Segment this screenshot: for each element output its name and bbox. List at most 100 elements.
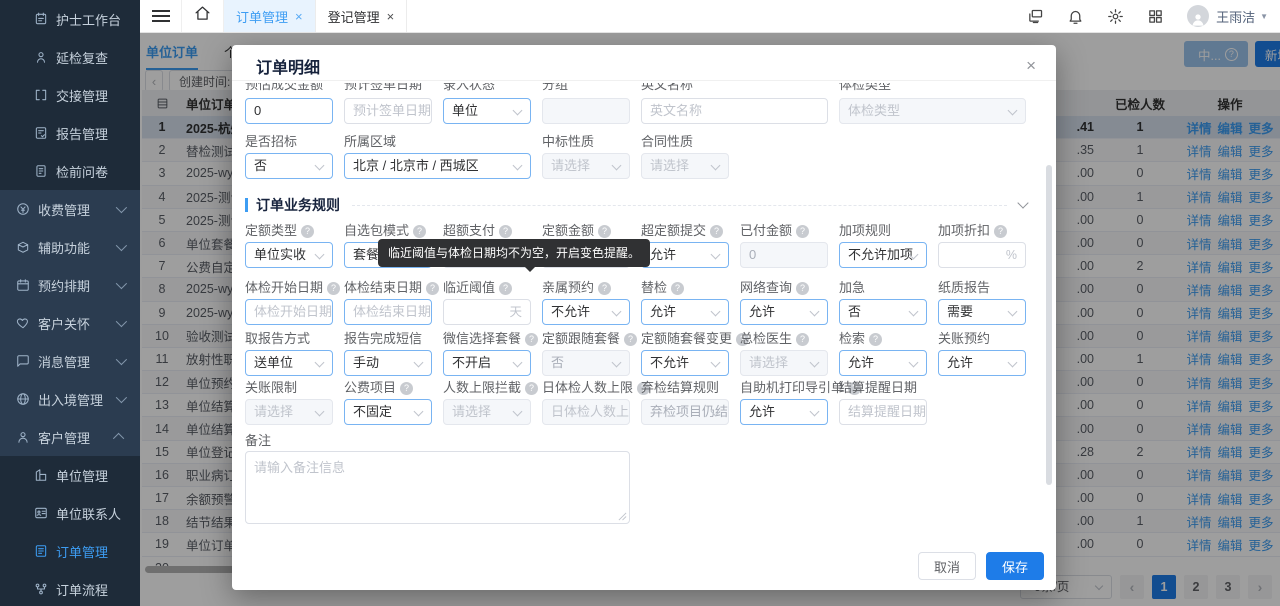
sidebar-subitem[interactable]: 订单流程 xyxy=(0,570,140,606)
home-button[interactable] xyxy=(182,0,224,32)
close-icon[interactable]: × xyxy=(1026,57,1036,74)
input-field[interactable]: 体检开始日期 xyxy=(245,299,333,325)
input-field[interactable] xyxy=(542,98,630,124)
field-label: 定额类型? xyxy=(245,223,314,239)
sidebar-menu[interactable]: 出入境管理 xyxy=(0,380,140,418)
select-field[interactable]: 否 xyxy=(542,350,630,376)
field-placeholder: 预计签单日期 xyxy=(353,103,431,118)
select-field[interactable]: 送单位 xyxy=(245,350,333,376)
gear-icon[interactable] xyxy=(1095,0,1135,32)
sidebar-menu[interactable]: 客户管理 xyxy=(0,418,140,456)
help-icon: ? xyxy=(525,333,538,346)
select-field[interactable]: 不固定 xyxy=(344,399,432,425)
input-field[interactable]: 体检结束日期 xyxy=(344,299,432,325)
form-label-slot: 人数上限拦截? xyxy=(443,380,542,396)
form-label-slot: 超定额提交? xyxy=(641,223,740,239)
field-label: 关账预约 xyxy=(938,331,990,347)
section-title: 订单业务规则 xyxy=(256,195,340,215)
modal-scrollbar[interactable] xyxy=(1046,165,1052,485)
select-field[interactable]: 请选择 xyxy=(740,350,828,376)
select-field[interactable]: 不开启 xyxy=(443,350,531,376)
form-field-slot: 体检结束日期 xyxy=(344,299,443,325)
help-icon: ? xyxy=(994,225,1007,238)
select-field[interactable]: 请选择 xyxy=(443,399,531,425)
select-field[interactable]: 需要 xyxy=(938,299,1026,325)
form-label-slot: 中标性质 xyxy=(542,134,641,150)
input-field[interactable]: 结算提醒日期 xyxy=(839,399,927,425)
form-field-slot: 不开启 xyxy=(443,350,542,376)
form-label-row: 取报告方式报告完成短信微信选择套餐?定额跟随套餐?定额随套餐变更?总检医生?检索… xyxy=(245,331,1043,347)
field-placeholder: 结算提醒日期 xyxy=(848,404,926,419)
form-label-row: 关账限制公费项目?人数上限拦截?日体检人数上限?弃检结算规则自助机打印导引单?结… xyxy=(245,380,1043,396)
sidebar-item[interactable]: 交接管理 xyxy=(0,76,140,114)
save-button[interactable]: 保存 xyxy=(986,552,1044,580)
input-field[interactable]: % xyxy=(938,242,1026,268)
select-field[interactable]: 单位实收 xyxy=(245,242,333,268)
select-field[interactable]: 手动 xyxy=(344,350,432,376)
building-icon xyxy=(34,468,48,482)
select-field[interactable]: 允许 xyxy=(839,350,927,376)
select-field[interactable]: 允许 xyxy=(740,299,828,325)
input-field[interactable]: 0 xyxy=(245,98,333,124)
sidebar-item[interactable]: 护士工作台 xyxy=(0,0,140,38)
username[interactable]: 王雨洁 xyxy=(1216,7,1255,26)
menu-toggle-button[interactable] xyxy=(140,0,182,32)
select-field[interactable]: 体检类型 xyxy=(839,98,1026,124)
input-field[interactable]: 预计签单日期 xyxy=(344,98,432,124)
avatar[interactable] xyxy=(1187,5,1209,27)
form-field-slot: 否 xyxy=(542,350,641,376)
field-label: 合同性质 xyxy=(641,134,693,150)
select-field[interactable]: 不允许 xyxy=(641,350,729,376)
form-label-slot: 所属区域 xyxy=(344,134,542,150)
select-field[interactable]: 请选择 xyxy=(641,153,729,179)
bell-icon[interactable] xyxy=(1055,0,1095,32)
form-field-slot: 不允许 xyxy=(641,350,740,376)
sidebar-subitem-label: 订单流程 xyxy=(56,580,108,599)
select-field[interactable]: 允许 xyxy=(641,242,729,268)
select-field[interactable]: 允许 xyxy=(938,350,1026,376)
sidebar-item[interactable]: 检前问卷 xyxy=(0,152,140,190)
input-field[interactable]: 0 xyxy=(740,242,828,268)
select-field[interactable]: 请选择 xyxy=(542,153,630,179)
grid-apps-icon[interactable] xyxy=(1135,0,1175,32)
input-field[interactable]: 日体检人数上限 xyxy=(542,399,630,425)
form-label-slot: 体检开始日期? xyxy=(245,280,344,296)
field-label: 自选包模式? xyxy=(344,223,426,239)
select-field[interactable]: 否 xyxy=(245,153,333,179)
sidebar-menu[interactable]: 预约排期 xyxy=(0,266,140,304)
sidebar-item[interactable]: 报告管理 xyxy=(0,114,140,152)
input-field[interactable]: 天 xyxy=(443,299,531,325)
page-tab[interactable]: 订单管理× xyxy=(224,0,316,32)
section-collapse-chevron-icon[interactable] xyxy=(1017,197,1028,208)
select-field[interactable]: 允许 xyxy=(740,399,828,425)
sidebar-item[interactable]: 延检复查 xyxy=(0,38,140,76)
sidebar-menu[interactable]: 收费管理 xyxy=(0,190,140,228)
sidebar-menu[interactable]: 消息管理 xyxy=(0,342,140,380)
sidebar-subitem[interactable]: 单位联系人 xyxy=(0,494,140,532)
select-field[interactable]: 请选择 xyxy=(245,399,333,425)
remark-textarea[interactable]: 请输入备注信息 xyxy=(245,451,630,524)
select-field[interactable]: 允许 xyxy=(641,299,729,325)
select-field[interactable]: 单位 xyxy=(443,98,531,124)
select-field[interactable]: 否 xyxy=(839,299,927,325)
sidebar-menu[interactable]: 辅助功能 xyxy=(0,228,140,266)
select-field[interactable]: 不允许加项 xyxy=(839,242,927,268)
form-field-slot: 送单位 xyxy=(245,350,344,376)
sidebar-subitem[interactable]: 订单管理 xyxy=(0,532,140,570)
sidebar-menu[interactable]: 客户关怀 xyxy=(0,304,140,342)
input-field[interactable]: 英文名称 xyxy=(641,98,828,124)
chevron-down-icon xyxy=(116,240,127,251)
page-tab[interactable]: 登记管理× xyxy=(316,0,408,32)
topbar: 订单管理×登记管理× 王雨洁 ▼ xyxy=(140,0,1280,33)
select-field[interactable]: 北京 / 北京市 / 西城区 xyxy=(344,153,531,179)
select-field[interactable]: 不允许 xyxy=(542,299,630,325)
multi-window-icon[interactable] xyxy=(1015,0,1055,32)
form-field-slot xyxy=(542,98,641,124)
sidebar-subitem[interactable]: 单位管理 xyxy=(0,456,140,494)
form-widget-row: 请选择不固定请选择日体检人数上限弃检项目仍结允许结算提醒日期 xyxy=(245,399,1043,425)
user-caret-icon[interactable]: ▼ xyxy=(1260,12,1268,21)
tab-close-icon[interactable]: × xyxy=(387,9,395,24)
select-field[interactable]: 弃检项目仍结 xyxy=(641,399,729,425)
cancel-button[interactable]: 取消 xyxy=(918,552,976,580)
tab-close-icon[interactable]: × xyxy=(295,9,303,24)
